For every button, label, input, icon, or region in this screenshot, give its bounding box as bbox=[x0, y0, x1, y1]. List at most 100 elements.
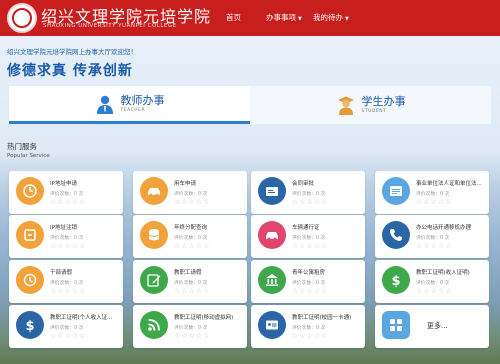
service-card[interactable]: 教职工请假评价次数：0 次 ☆☆☆☆☆ bbox=[133, 260, 247, 303]
chevron-down-icon: ▼ bbox=[298, 16, 302, 22]
star-rating: ☆☆☆☆☆ bbox=[292, 287, 329, 295]
service-name: 干部请假 bbox=[50, 270, 73, 276]
service-name: 教职工请假 bbox=[174, 270, 202, 276]
car-pass-icon bbox=[258, 221, 286, 249]
service-name: 教职工证明(个人收入证... bbox=[50, 315, 113, 321]
service-name: 教职工证明(移动虚拟网) bbox=[174, 315, 234, 321]
star-rating: ☆☆☆☆☆ bbox=[292, 198, 329, 206]
star-rating: ☆☆☆☆☆ bbox=[50, 332, 87, 340]
svg-text:$: $ bbox=[391, 274, 400, 288]
star-rating: ☆☆☆☆☆ bbox=[416, 198, 453, 206]
rating-count: 评价次数：0 次 bbox=[292, 326, 326, 331]
section-title: 热门服务 bbox=[7, 142, 37, 151]
tab-student[interactable]: 学生办事 STUDENT bbox=[250, 86, 491, 124]
svg-text:$: $ bbox=[25, 319, 34, 333]
service-card[interactable]: 青年公寓租房 评价次数：0 次 ☆☆☆☆☆ bbox=[251, 260, 365, 303]
motto-text: 修德求真 传承创新 bbox=[7, 63, 133, 79]
dollar-icon: $ bbox=[382, 266, 410, 294]
certificate-icon bbox=[382, 177, 410, 205]
header-bar: 绍兴文理学院元培学院 SHAOXING UNIVERSITY YUANPEI C… bbox=[0, 0, 500, 36]
tab-teacher-label: 教师办事 bbox=[120, 93, 165, 107]
rating-count: 评价次数：0 次 bbox=[174, 326, 208, 331]
rating-count: 评价次数：0 次 bbox=[292, 281, 326, 286]
rating-count: 评价次数：0 次 bbox=[174, 192, 208, 197]
rating-count: 评价次数：0 次 bbox=[50, 236, 84, 241]
service-name: 事业单位法人证和单位法... bbox=[416, 181, 482, 187]
leave-icon bbox=[16, 266, 44, 294]
star-rating: ☆☆☆☆☆ bbox=[174, 198, 211, 206]
student-icon bbox=[336, 95, 356, 115]
service-card[interactable]: 教职工证明(移动虚拟网) 评价次数：0 次 ☆☆☆☆☆ bbox=[133, 305, 247, 348]
rating-count: 评价次数：0 次 bbox=[174, 236, 208, 241]
ip-address-icon bbox=[16, 177, 44, 205]
ip-cancel-icon bbox=[16, 221, 44, 249]
service-card[interactable]: 干部请假评价次数：0 次 ☆☆☆☆☆ bbox=[9, 260, 123, 303]
edit-icon bbox=[140, 266, 168, 294]
service-card[interactable]: IP地址注销评价次数：0 次 ☆☆☆☆☆ bbox=[9, 215, 123, 258]
nav-home[interactable]: 首页 bbox=[226, 12, 241, 23]
service-name: 青年公寓租房 bbox=[292, 270, 326, 276]
star-rating: ☆☆☆☆☆ bbox=[174, 287, 211, 295]
service-name: 年终分配查询 bbox=[174, 225, 208, 231]
dollar-icon: $ bbox=[16, 311, 44, 339]
nav-affairs[interactable]: 办事事项 ▼ bbox=[266, 12, 302, 23]
rating-count: 评价次数：0 次 bbox=[416, 192, 450, 197]
service-card[interactable]: $ 教职工证明(个人收入证... 评价次数：0 次 ☆☆☆☆☆ bbox=[9, 305, 123, 348]
database-icon bbox=[140, 221, 168, 249]
service-card[interactable]: 用车申请评价次数：0 次 ☆☆☆☆☆ bbox=[133, 171, 247, 214]
teacher-icon bbox=[95, 94, 115, 114]
more-services-button[interactable]: 更多... bbox=[375, 305, 489, 348]
car-icon bbox=[140, 177, 168, 205]
service-name: IP地址申请 bbox=[50, 181, 77, 187]
star-rating: ☆☆☆☆☆ bbox=[292, 242, 329, 250]
rating-count: 评价次数：0 次 bbox=[50, 326, 84, 331]
service-name: 办公电话开通移机办理 bbox=[416, 225, 472, 231]
school-logo[interactable] bbox=[7, 3, 37, 33]
tab-teacher[interactable]: 教师办事 TEACHER bbox=[9, 86, 250, 124]
star-rating: ☆☆☆☆☆ bbox=[50, 242, 87, 250]
nav-my-todo[interactable]: 我的待办 ▼ bbox=[313, 12, 349, 23]
star-rating: ☆☆☆☆☆ bbox=[416, 287, 453, 295]
more-label: 更多... bbox=[427, 322, 448, 330]
star-rating: ☆☆☆☆☆ bbox=[416, 242, 453, 250]
section-subtitle: Popular Service bbox=[7, 153, 50, 159]
welcome-text: 绍兴文理学院元培学院网上办事大厅欢迎您！ bbox=[7, 48, 137, 56]
rating-count: 评价次数：0 次 bbox=[292, 236, 326, 241]
service-name: 用车申请 bbox=[174, 181, 197, 187]
service-card[interactable]: 教职工证明(校园一卡通) 评价次数：0 次 ☆☆☆☆☆ bbox=[251, 305, 365, 348]
service-name: 会同审批 bbox=[292, 181, 315, 187]
service-card[interactable]: $ 教职工证明(收入证明) 评价次数：0 次 ☆☆☆☆☆ bbox=[375, 260, 489, 303]
service-card[interactable]: IP地址申请评价次数：0 次 ☆☆☆☆☆ bbox=[9, 171, 123, 214]
tab-teacher-label-en: TEACHER bbox=[120, 107, 146, 113]
rating-count: 评价次数：0 次 bbox=[50, 281, 84, 286]
service-card[interactable]: 事业单位法人证和单位法... 评价次数：0 次 ☆☆☆☆☆ bbox=[375, 171, 489, 214]
rss-icon bbox=[140, 311, 168, 339]
rating-count: 评价次数：0 次 bbox=[292, 192, 326, 197]
service-card[interactable]: 车辆通行证评价次数：0 次 ☆☆☆☆☆ bbox=[251, 215, 365, 258]
star-rating: ☆☆☆☆☆ bbox=[50, 198, 87, 206]
building-icon bbox=[258, 266, 286, 294]
service-card[interactable]: 年终分配查询 评价次数：0 次 ☆☆☆☆☆ bbox=[133, 215, 247, 258]
role-tabs: 教师办事 TEACHER 学生办事 STUDENT bbox=[9, 86, 491, 124]
rating-count: 评价次数：0 次 bbox=[174, 281, 208, 286]
card-icon bbox=[258, 177, 286, 205]
rating-count: 评价次数：0 次 bbox=[50, 192, 84, 197]
chevron-down-icon: ▼ bbox=[345, 16, 349, 22]
rating-count: 评价次数：0 次 bbox=[416, 236, 450, 241]
tab-student-label: 学生办事 bbox=[361, 95, 406, 108]
service-name: 教职工证明(收入证明) bbox=[416, 270, 470, 276]
service-card[interactable]: 办公电话开通移机办理 评价次数：0 次 ☆☆☆☆☆ bbox=[375, 215, 489, 258]
service-name: 教职工证明(校园一卡通) bbox=[292, 315, 352, 321]
service-card[interactable]: 会同审批评价次数：0 次 ☆☆☆☆☆ bbox=[251, 171, 365, 214]
star-rating: ☆☆☆☆☆ bbox=[292, 332, 329, 340]
tab-student-label-en: STUDENT bbox=[361, 109, 387, 114]
star-rating: ☆☆☆☆☆ bbox=[174, 332, 211, 340]
star-rating: ☆☆☆☆☆ bbox=[174, 242, 211, 250]
grid-icon bbox=[382, 311, 410, 339]
rating-count: 评价次数：0 次 bbox=[416, 281, 450, 286]
service-name: IP地址注销 bbox=[50, 225, 77, 231]
star-rating: ☆☆☆☆☆ bbox=[50, 287, 87, 295]
service-name: 车辆通行证 bbox=[292, 225, 320, 231]
school-name-en: SHAOXING UNIVERSITY YUANPEI COLLEGE bbox=[43, 23, 177, 29]
id-card-icon bbox=[258, 311, 286, 339]
